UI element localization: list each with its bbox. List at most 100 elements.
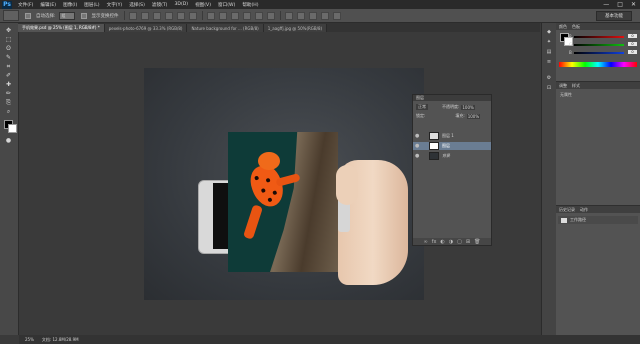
layer-row-selected[interactable]: ● 图层 xyxy=(413,142,491,150)
tool-preset-picker[interactable] xyxy=(3,10,19,21)
workspace-switcher[interactable]: 基本功能 xyxy=(596,11,632,21)
menu-3d[interactable]: 3D(D) xyxy=(174,2,188,7)
distribute-left-icon[interactable] xyxy=(242,11,251,20)
settings-icon[interactable]: ⚙ xyxy=(545,75,553,81)
auto-select-checkbox[interactable] xyxy=(25,12,31,19)
align-vcenter-icon[interactable] xyxy=(140,11,149,20)
paragraph-icon[interactable]: ≡ xyxy=(545,59,553,65)
blend-mode-select[interactable]: 正常 xyxy=(416,104,428,110)
green-slider[interactable] xyxy=(574,44,624,46)
3d-slide-icon[interactable] xyxy=(332,11,341,20)
align-hcenter-icon[interactable] xyxy=(176,11,185,20)
lasso-icon[interactable]: ʘ xyxy=(4,45,13,52)
mask-icon[interactable]: ◐ xyxy=(440,239,444,245)
distribute-right-icon[interactable] xyxy=(266,11,275,20)
tab-swatches[interactable]: 色板 xyxy=(572,24,580,30)
auto-select-dropdown[interactable]: 组 xyxy=(58,11,75,20)
distribute-hcenter-icon[interactable] xyxy=(254,11,263,20)
healing-icon[interactable]: ✚ xyxy=(4,81,13,88)
layer-row[interactable]: ● 背景 xyxy=(413,152,491,160)
new-layer-icon[interactable]: ⊞ xyxy=(466,239,470,245)
character-icon[interactable]: ▤ xyxy=(545,49,553,55)
menu-window[interactable]: 窗口(W) xyxy=(218,2,235,8)
layers-panel-header[interactable]: 图层 xyxy=(413,95,491,101)
tab-document-4[interactable]: 1_aagffj.jpg @ 50%(RGB/8) xyxy=(263,24,328,32)
distribute-vcenter-icon[interactable] xyxy=(218,11,227,20)
fill-label: 填充: xyxy=(455,113,465,118)
brush-preset-icon[interactable]: ⊡ xyxy=(545,85,553,91)
eye-icon[interactable]: ● xyxy=(415,133,420,139)
align-bottom-icon[interactable] xyxy=(152,11,161,20)
adjustment-icon[interactable]: ◑ xyxy=(449,239,453,245)
eye-icon[interactable]: ● xyxy=(415,153,420,159)
properties-icon[interactable]: ✦ xyxy=(545,39,553,45)
menu-help[interactable]: 帮助(H) xyxy=(242,2,258,8)
tab-document-2[interactable]: pexels-photo-6769 @ 33.3% (RGB/8) xyxy=(104,24,188,32)
close-icon[interactable]: ✕ xyxy=(631,1,636,8)
zoom-level[interactable]: 25% xyxy=(25,337,34,342)
layer-row[interactable]: ● 图层 1 xyxy=(413,132,491,140)
show-transform-checkbox[interactable] xyxy=(80,12,87,19)
photoshop-logo: Ps xyxy=(2,0,12,9)
stamp-icon[interactable]: ⎘ xyxy=(4,99,13,106)
tab-styles[interactable]: 样式 xyxy=(572,83,580,89)
slider-label-r: R xyxy=(569,34,572,39)
slider-label-g: G xyxy=(569,42,573,47)
layer-name[interactable]: 图层 1 xyxy=(442,133,454,139)
red-value[interactable]: 0 xyxy=(628,34,637,38)
align-top-icon[interactable] xyxy=(128,11,137,20)
align-left-icon[interactable] xyxy=(164,11,173,20)
crop-icon[interactable]: ⌗ xyxy=(4,63,13,70)
layer-name[interactable]: 图层 xyxy=(442,143,450,149)
tab-color[interactable]: 颜色 xyxy=(559,24,567,30)
history-item[interactable]: 工作路径 xyxy=(558,216,638,224)
tab-document-1[interactable]: 手机效果.psd @ 25% (图层 1, RGB/8#) * xyxy=(18,24,105,32)
distribute-bottom-icon[interactable] xyxy=(230,11,239,20)
tab-adjustments[interactable]: 调整 xyxy=(559,83,567,89)
history-icon[interactable]: ◆ xyxy=(545,29,553,35)
menu-type[interactable]: 文字(Y) xyxy=(107,2,123,8)
layer-name[interactable]: 背景 xyxy=(442,153,450,159)
3d-drag-icon[interactable] xyxy=(320,11,329,20)
eyedropper-icon[interactable]: ✐ xyxy=(4,72,13,79)
delete-layer-icon[interactable]: 🗑 xyxy=(474,239,480,245)
green-value[interactable]: 0 xyxy=(628,42,637,46)
3d-rotate-icon[interactable] xyxy=(296,11,305,20)
fx-icon[interactable]: fx xyxy=(432,239,437,245)
brush-icon[interactable]: ✏ xyxy=(4,90,13,97)
tab-actions[interactable]: 动作 xyxy=(580,207,588,213)
tab-document-3[interactable]: Nature background for ... (RGB/8) xyxy=(187,24,264,32)
maximize-icon[interactable]: □ xyxy=(617,1,623,8)
menu-file[interactable]: 文件(F) xyxy=(18,2,33,8)
fill-input[interactable]: 100% xyxy=(466,113,481,119)
auto-select-value: 组 xyxy=(61,12,66,18)
menu-filter[interactable]: 滤镜(T) xyxy=(152,2,168,8)
red-slider[interactable] xyxy=(574,36,624,38)
minimize-icon[interactable]: — xyxy=(603,1,609,8)
quick-select-icon[interactable]: ✎ xyxy=(4,54,13,61)
3d-mode-icon[interactable] xyxy=(284,11,293,20)
menu-edit[interactable]: 编辑(E) xyxy=(40,2,56,8)
background-color-swatch[interactable] xyxy=(8,124,17,133)
menu-layer[interactable]: 图层(L) xyxy=(84,2,99,8)
move-icon[interactable]: ✥ xyxy=(4,27,13,34)
zoom-icon[interactable]: ⌕ xyxy=(4,108,13,115)
quick-mask-icon[interactable]: ● xyxy=(4,137,13,144)
menu-view[interactable]: 视图(V) xyxy=(195,2,211,8)
eye-icon[interactable]: ● xyxy=(415,143,420,149)
menu-image[interactable]: 图像(I) xyxy=(63,2,77,8)
group-icon[interactable]: ▢ xyxy=(457,239,462,245)
menu-select[interactable]: 选择(S) xyxy=(129,2,145,8)
color-spectrum[interactable] xyxy=(559,62,637,67)
align-right-icon[interactable] xyxy=(188,11,197,20)
frog-spot xyxy=(272,190,278,196)
distribute-top-icon[interactable] xyxy=(206,11,215,20)
3d-roll-icon[interactable] xyxy=(308,11,317,20)
opacity-input[interactable]: 100% xyxy=(461,104,475,110)
blue-value[interactable]: 0 xyxy=(628,50,637,54)
marquee-icon[interactable]: ⬚ xyxy=(4,36,13,43)
blue-slider[interactable] xyxy=(574,52,624,54)
frog-spot xyxy=(260,187,266,194)
link-layers-icon[interactable]: ∞ xyxy=(424,239,428,245)
tab-history[interactable]: 历史记录 xyxy=(559,207,575,213)
